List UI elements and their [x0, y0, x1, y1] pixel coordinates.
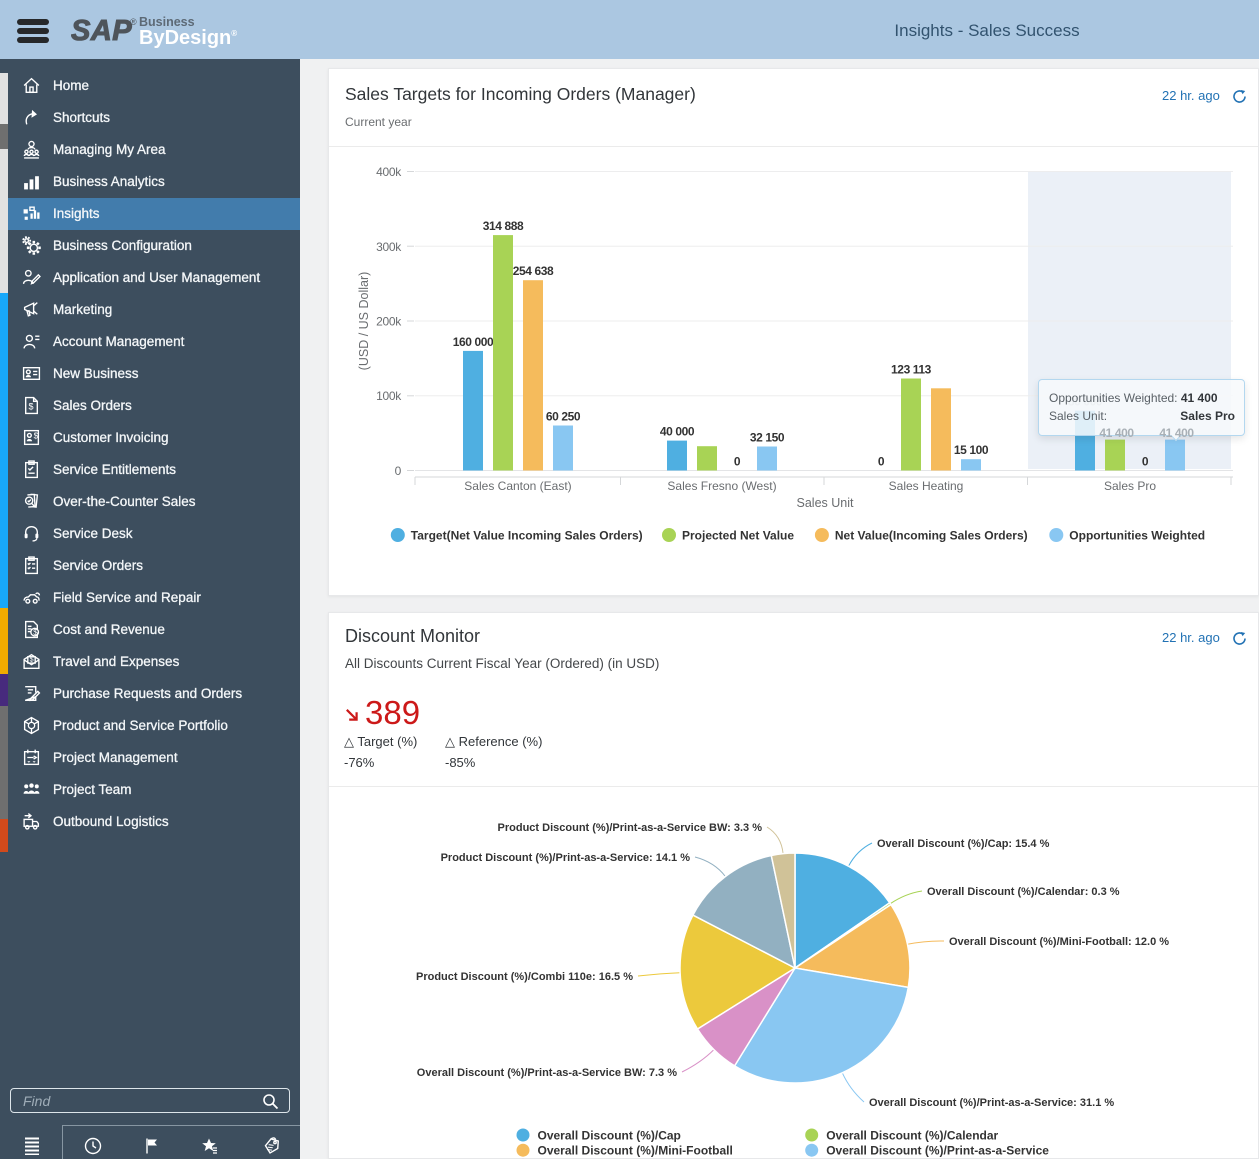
svg-text:254 638: 254 638 — [513, 264, 554, 278]
svg-text:0: 0 — [1142, 455, 1149, 469]
svg-text:Sales Canton (East): Sales Canton (East) — [464, 479, 571, 493]
svg-text:Net Value(Incoming Sales Order: Net Value(Incoming Sales Orders) — [835, 529, 1028, 543]
svg-text:100k: 100k — [376, 389, 402, 403]
svg-text:(USD / US Dollar): (USD / US Dollar) — [357, 272, 371, 371]
svg-text:$: $ — [29, 402, 34, 412]
svg-text:0: 0 — [878, 455, 885, 469]
svg-text:$: $ — [34, 432, 39, 441]
svg-text:Product Discount (%)/Print-as-: Product Discount (%)/Print-as-a-Service:… — [441, 852, 691, 864]
svg-text:$: $ — [33, 628, 38, 637]
svg-text:Target(Net Value Incoming Sale: Target(Net Value Incoming Sales Orders) — [411, 529, 643, 543]
svg-text:160 000: 160 000 — [453, 335, 494, 349]
svg-text:Product Discount (%)/Print-as-: Product Discount (%)/Print-as-a-Service … — [498, 822, 763, 834]
svg-text:Overall Discount (%)/Mini-Foot: Overall Discount (%)/Mini-Football: 12.0… — [949, 936, 1169, 948]
svg-text:Sales Pro: Sales Pro — [1104, 479, 1156, 493]
svg-text:32 150: 32 150 — [750, 431, 785, 445]
svg-text:Opportunities Weighted: Opportunities Weighted — [1069, 529, 1205, 543]
svg-text:Overall Discount (%)/Cap: Overall Discount (%)/Cap — [538, 1128, 681, 1142]
svg-text:$: $ — [30, 657, 34, 664]
svg-text:200k: 200k — [376, 315, 402, 329]
svg-text:314 888: 314 888 — [483, 219, 524, 233]
svg-text:Overall Discount (%)/Print-as-: Overall Discount (%)/Print-as-a-Service:… — [869, 1097, 1114, 1109]
svg-text:Overall Discount (%)/Print-as-: Overall Discount (%)/Print-as-a-Service — [826, 1144, 1049, 1158]
svg-text:Sales Heating: Sales Heating — [889, 479, 964, 493]
svg-text:Overall Discount (%)/Calendar: Overall Discount (%)/Calendar — [826, 1128, 998, 1142]
svg-text:Overall Discount (%)/Mini-Foot: Overall Discount (%)/Mini-Football — [538, 1144, 733, 1158]
svg-text:60 250: 60 250 — [546, 410, 581, 424]
svg-text:400k: 400k — [376, 165, 402, 179]
svg-text:0: 0 — [395, 464, 402, 478]
svg-text:Overall Discount (%)/Calendar:: Overall Discount (%)/Calendar: 0.3 % — [927, 886, 1120, 898]
svg-text:15 100: 15 100 — [954, 443, 989, 457]
svg-text:Sales Fresno (West): Sales Fresno (West) — [667, 479, 776, 493]
svg-text:40 000: 40 000 — [660, 425, 695, 439]
svg-text:Sales Unit: Sales Unit — [797, 496, 854, 510]
svg-text:Overall Discount (%)/Print-as-: Overall Discount (%)/Print-as-a-Service … — [417, 1067, 677, 1079]
svg-text:123 113: 123 113 — [891, 363, 932, 377]
svg-text:300k: 300k — [376, 240, 402, 254]
svg-text:Projected Net Value: Projected Net Value — [682, 529, 794, 543]
svg-text:Product Discount (%)/Combi 110: Product Discount (%)/Combi 110e: 16.5 % — [416, 971, 633, 983]
svg-text:0: 0 — [734, 455, 741, 469]
svg-text:Overall Discount (%)/Cap: 15.4: Overall Discount (%)/Cap: 15.4 % — [877, 838, 1050, 850]
